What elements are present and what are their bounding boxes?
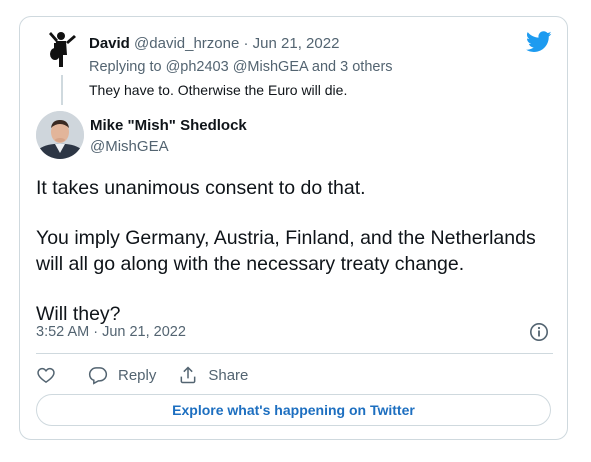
author-avatar[interactable] bbox=[36, 111, 84, 159]
parent-avatar[interactable] bbox=[42, 29, 82, 69]
parent-author-name[interactable]: David bbox=[89, 35, 130, 52]
like-button[interactable] bbox=[36, 365, 66, 385]
heart-icon bbox=[37, 367, 55, 383]
author-name[interactable]: Mike "Mish" Shedlock bbox=[90, 117, 247, 134]
parent-separator: · bbox=[243, 35, 249, 52]
info-icon[interactable] bbox=[529, 322, 549, 342]
replying-to-handles[interactable]: @ph2403 @MishGEA bbox=[166, 59, 308, 75]
divider bbox=[36, 353, 553, 354]
share-label: Share bbox=[208, 366, 249, 384]
explore-twitter-button[interactable]: Explore what's happening on Twitter bbox=[36, 394, 551, 426]
tweet-timestamp[interactable]: 3:52 AM · Jun 21, 2022 bbox=[36, 324, 186, 340]
parent-date[interactable]: Jun 21, 2022 bbox=[253, 35, 340, 52]
tweet-paragraph: will all go along with the necessary tre… bbox=[36, 253, 465, 275]
replying-suffix[interactable]: and 3 others bbox=[312, 59, 393, 75]
reply-label: Reply bbox=[118, 366, 157, 384]
parent-author-handle[interactable]: @david_hrzone bbox=[134, 35, 239, 52]
tweet-paragraph: You imply Germany, Austria, Finland, and… bbox=[36, 227, 536, 249]
share-button[interactable]: Share bbox=[178, 365, 248, 385]
replying-to-line: Replying to @ph2403 @MishGEA and 3 other… bbox=[89, 59, 393, 75]
reply-button[interactable]: Reply bbox=[88, 365, 156, 385]
share-icon bbox=[180, 366, 196, 384]
replying-prefix: Replying to bbox=[89, 59, 162, 75]
reply-bubble-icon bbox=[88, 367, 108, 385]
thread-connector-line bbox=[61, 75, 63, 105]
embedded-tweet-card: David @david_hrzone · Jun 21, 2022 Reply… bbox=[19, 16, 568, 440]
parent-tweet-text: They have to. Otherwise the Euro will di… bbox=[89, 82, 348, 98]
author-handle[interactable]: @MishGEA bbox=[90, 138, 169, 155]
twitter-bird-icon[interactable] bbox=[525, 31, 552, 53]
tweet-actions: Reply Share bbox=[36, 363, 270, 387]
parent-tweet-header: David @david_hrzone · Jun 21, 2022 bbox=[89, 35, 339, 52]
tweet-paragraph: It takes unanimous consent to do that. bbox=[36, 177, 366, 199]
